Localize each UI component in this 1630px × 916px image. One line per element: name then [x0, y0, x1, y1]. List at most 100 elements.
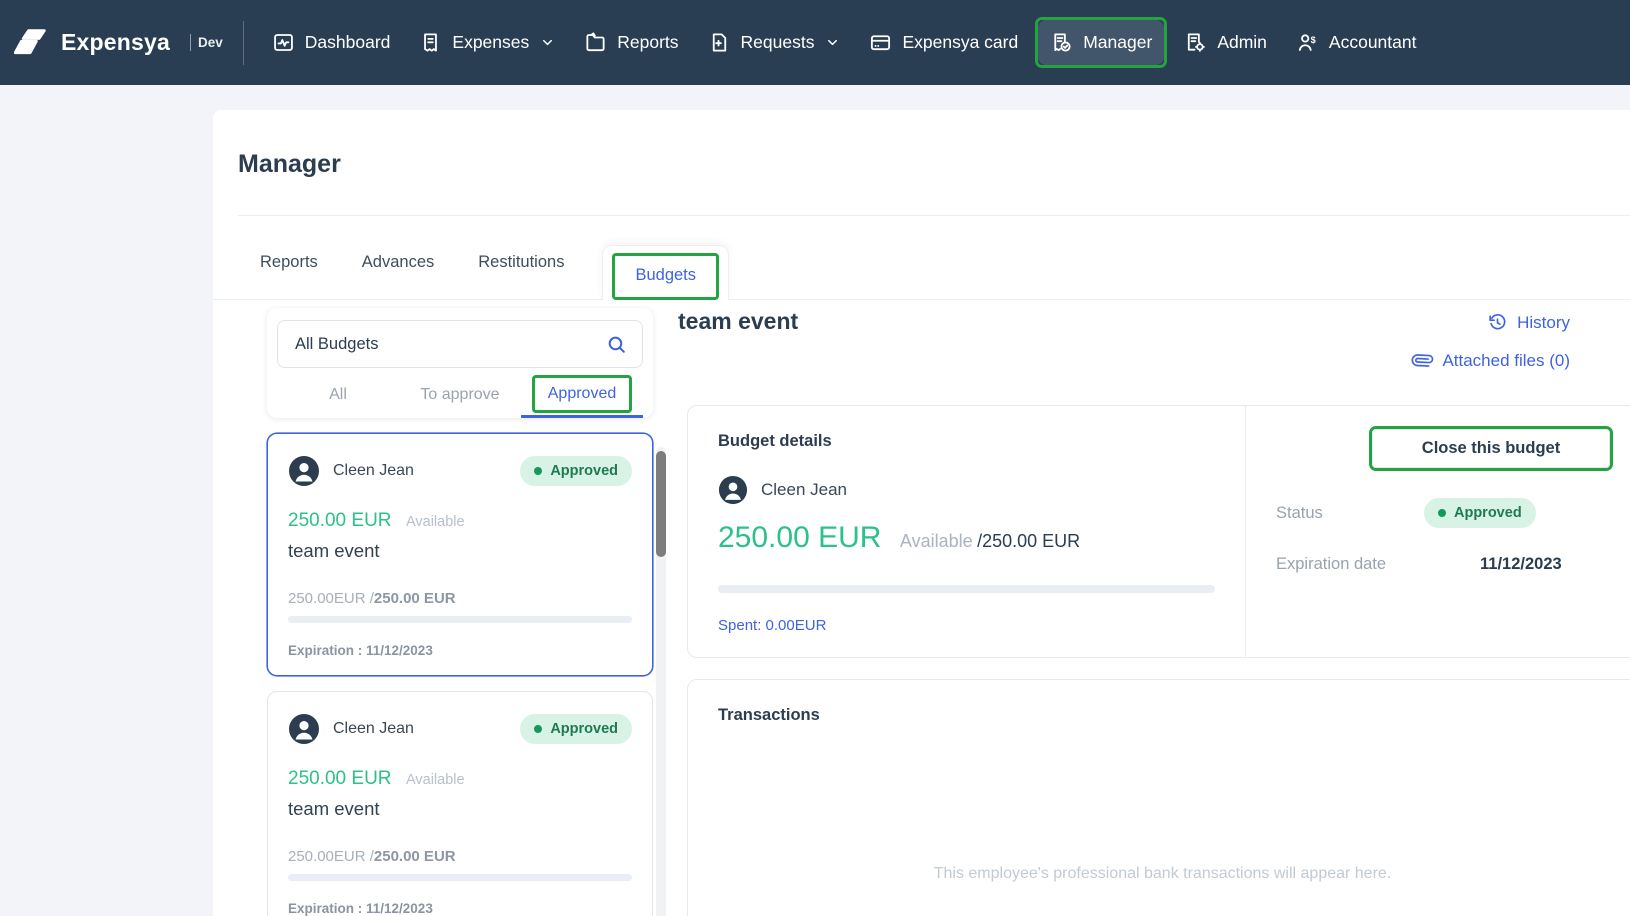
nav-item-admin[interactable]: Admin: [1172, 20, 1279, 65]
available-amount: 250.00 EUR: [288, 510, 392, 531]
app-root: Expensya Dev Dashboard Expenses Reports: [0, 0, 1630, 916]
nav-item-label: Admin: [1217, 32, 1267, 53]
nav-item-expensya-card[interactable]: Expensya card: [857, 20, 1030, 65]
usage-total: 250.00 EUR: [374, 848, 456, 865]
nav-item-manager[interactable]: Manager: [1038, 20, 1164, 65]
transactions-heading: Transactions: [718, 706, 1607, 725]
page-title: Manager: [213, 110, 1630, 179]
chevron-down-icon: [540, 35, 555, 50]
status-label: Approved: [550, 463, 618, 479]
scrollbar-thumb[interactable]: [656, 451, 666, 557]
progress-bar: [288, 616, 632, 623]
budget-usage: 250.00EUR /250.00 EUR: [288, 590, 632, 607]
reports-icon: [584, 31, 607, 54]
tab-budgets[interactable]: Budgets: [615, 256, 716, 297]
tab-advances[interactable]: Advances: [340, 253, 456, 299]
content-row: All To approve Approved: [213, 300, 1630, 916]
history-label: History: [1517, 313, 1570, 333]
annotation-box-close-budget: Close this budget: [1369, 426, 1613, 471]
search-icon[interactable]: [606, 334, 627, 355]
nav-item-label: Dashboard: [305, 32, 391, 53]
budget-search-input[interactable]: [293, 334, 606, 355]
filter-all[interactable]: All: [323, 370, 353, 418]
dashboard-icon: [272, 31, 295, 54]
budget-details-info: Budget details Cleen Jean 250.00 EUR Ava…: [688, 406, 1245, 657]
filter-slot-to-approve: To approve: [399, 370, 521, 418]
transactions-card: Transactions This employee's professiona…: [687, 679, 1630, 916]
svg-text:$: $: [1310, 35, 1315, 45]
budget-title: team event: [678, 308, 798, 335]
chevron-down-icon: [825, 35, 840, 50]
nav-item-label: Accountant: [1329, 32, 1417, 53]
progress-bar: [288, 874, 632, 881]
status-dot-icon: [534, 725, 542, 733]
navbar-divider: [243, 21, 244, 65]
accountant-icon: $: [1296, 31, 1319, 54]
paperclip-icon: [1408, 346, 1438, 376]
budget-filter-tabs: All To approve Approved: [277, 370, 643, 418]
budget-name: team event: [288, 540, 632, 562]
budget-search-card: All To approve Approved: [267, 308, 653, 418]
status-field-label: Status: [1276, 504, 1424, 523]
annotation-box-manager: Manager: [1035, 17, 1167, 68]
tabs-bar: Reports Advances Restitutions Budgets: [213, 216, 1630, 300]
nav-item-label: Reports: [617, 32, 678, 53]
tab-reports[interactable]: Reports: [238, 253, 340, 299]
budget-card-header: Cleen Jean Approved: [288, 713, 632, 745]
close-budget-button[interactable]: Close this budget: [1372, 429, 1610, 468]
status-label: Approved: [1454, 505, 1522, 521]
total-amount: /250.00 EUR: [977, 531, 1080, 551]
transactions-empty-message: This employee's professional bank transa…: [718, 865, 1607, 883]
owner-name: Cleen Jean: [761, 480, 847, 500]
owner-row: Cleen Jean: [718, 475, 1215, 505]
expiration-text: Expiration : 11/12/2023: [288, 901, 632, 916]
status-badge: Approved: [520, 456, 632, 486]
available-label: Available: [406, 514, 465, 530]
expensya-logo-icon: [14, 27, 50, 59]
progress-bar: [718, 585, 1215, 593]
usage-spent: 250.00EUR /: [288, 848, 374, 865]
close-button-row: Close this budget: [1276, 426, 1613, 471]
budget-details-heading: Budget details: [718, 432, 1215, 451]
nav-item-reports[interactable]: Reports: [572, 20, 690, 65]
nav-item-label: Expensya card: [902, 32, 1018, 53]
expiration-row: Expiration date 11/12/2023: [1276, 555, 1613, 574]
expiration-value: 11/12/2023: [1480, 555, 1562, 574]
budget-card-header: Cleen Jean Approved: [288, 455, 632, 487]
budget-owner-name: Cleen Jean: [333, 462, 507, 480]
filter-slot-all: All: [277, 370, 399, 418]
spent-link[interactable]: Spent: 0.00EUR: [718, 617, 826, 634]
list-scrollbar[interactable]: [656, 447, 666, 916]
budget-card[interactable]: Cleen Jean Approved 250.00 EUR Available…: [267, 691, 653, 916]
nav-item-expenses[interactable]: Expenses: [407, 20, 567, 65]
tab-restitutions[interactable]: Restitutions: [456, 253, 586, 299]
budget-amount-row: 250.00 EUR Available: [288, 510, 632, 532]
expiration-field-label: Expiration date: [1276, 555, 1424, 574]
tab-budgets-shell: Budgets: [602, 245, 729, 300]
nav-items: Dashboard Expenses Reports Requests Expe…: [260, 17, 1429, 68]
attached-files-link[interactable]: Attached files (0): [1412, 350, 1570, 371]
status-badge: Approved: [1424, 498, 1536, 528]
filter-to-approve[interactable]: To approve: [414, 370, 505, 418]
admin-icon: [1184, 31, 1207, 54]
top-navbar: Expensya Dev Dashboard Expenses Reports: [0, 0, 1630, 85]
nav-item-requests[interactable]: Requests: [696, 20, 853, 65]
budget-name: team event: [288, 798, 632, 820]
history-link[interactable]: History: [1487, 312, 1570, 333]
nav-item-dashboard[interactable]: Dashboard: [260, 20, 403, 65]
main-panel: Manager Reports Advances Restitutions Bu…: [213, 110, 1630, 916]
brand[interactable]: Expensya Dev: [14, 27, 223, 59]
nav-item-label: Manager: [1083, 32, 1152, 53]
requests-icon: [708, 31, 731, 54]
detail-links: History Attached files (0): [1412, 312, 1570, 371]
nav-item-accountant[interactable]: $ Accountant: [1284, 20, 1429, 65]
status-row: Status Approved: [1276, 498, 1613, 528]
filter-approved[interactable]: Approved: [535, 378, 630, 410]
available-amount: 250.00 EUR: [288, 768, 392, 789]
expenses-icon: [419, 31, 442, 54]
budget-card[interactable]: Cleen Jean Approved 250.00 EUR Available…: [267, 433, 653, 676]
status-label: Approved: [550, 721, 618, 737]
nav-item-label: Requests: [741, 32, 815, 53]
amount-row: 250.00 EUR Available /250.00 EUR: [718, 521, 1215, 555]
available-amount: 250.00 EUR: [718, 521, 881, 554]
